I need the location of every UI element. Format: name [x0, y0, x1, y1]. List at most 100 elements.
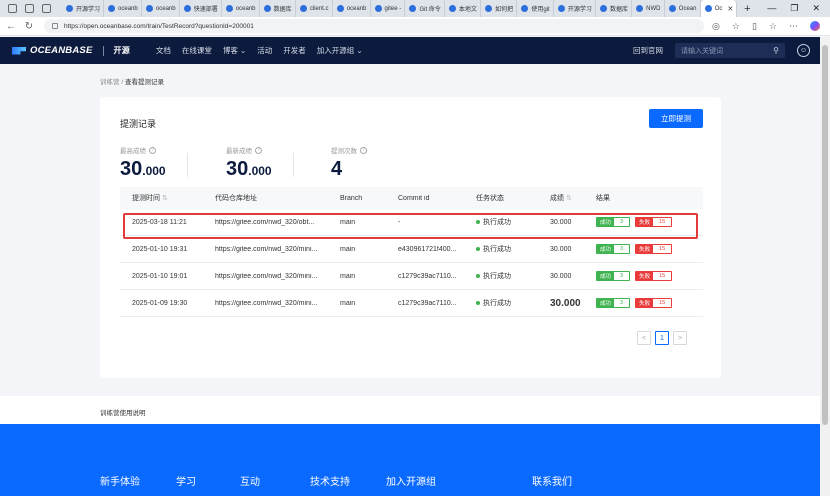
stat-divider	[186, 153, 188, 177]
badge-label: 失败	[636, 299, 654, 307]
help-icon[interactable]: ?	[360, 146, 367, 154]
minimize-icon[interactable]: —	[767, 3, 776, 14]
browser-tab[interactable]: 数据库	[260, 0, 296, 17]
help-icon[interactable]: ?	[255, 146, 262, 154]
col-branch: Branch	[340, 194, 363, 202]
help-link[interactable]: 训练营使用说明	[100, 407, 146, 417]
tab-favicon-icon	[668, 5, 676, 12]
browser-tab[interactable]: 快速部署	[180, 0, 222, 17]
browser-tab[interactable]: oceanb	[333, 0, 371, 17]
close-window-icon[interactable]: ✕	[812, 3, 820, 14]
stat-best-score: 最高成绩? 30.000	[120, 145, 188, 181]
tab-label: 开源学习	[567, 7, 592, 13]
split-screen-icon[interactable]: ▯	[752, 21, 757, 32]
breadcrumb: 训练营 / 查看提测记录	[100, 76, 164, 86]
footer-link[interactable]: 技术支持	[310, 473, 386, 488]
favorites-icon[interactable]: ☆	[769, 21, 777, 32]
more-icon[interactable]: ⋯	[789, 21, 798, 32]
favorite-star-icon[interactable]: ☆	[732, 21, 740, 32]
browser-tab[interactable]: 使用git	[517, 0, 554, 17]
browser-tab[interactable]: gitee -	[371, 0, 406, 17]
page-number[interactable]: 1	[655, 331, 669, 345]
badge-count: 15	[653, 299, 672, 307]
browser-tab[interactable]: client.c	[296, 0, 333, 17]
search-input[interactable]: 请输入关键词 ⚲	[675, 43, 785, 58]
read-aloud-icon[interactable]: ◎	[712, 21, 720, 32]
browser-tab[interactable]: 本地文	[445, 0, 482, 17]
col-score[interactable]: 成绩 ⇅	[550, 193, 596, 203]
profile-icon[interactable]	[8, 4, 17, 13]
site-header: OCEANBASE 开源 文档 在线课堂 博客 ⌄ 活动 开发者 加入开源组 ⌄…	[0, 37, 820, 64]
tab-favicon-icon	[374, 5, 382, 12]
col-commit: Commit id	[398, 194, 430, 202]
tab-label: NWD	[646, 5, 661, 12]
oceanbase-logo[interactable]: OCEANBASE 开源	[12, 45, 130, 56]
nav-docs[interactable]: 文档	[156, 45, 171, 56]
badge-label: 失败	[636, 272, 654, 280]
footer-link[interactable]: 联系我们	[532, 473, 592, 488]
footer-link[interactable]: 加入开源组	[386, 473, 532, 488]
browser-tab[interactable]: 开源学习	[62, 0, 105, 17]
browser-tab[interactable]: Oc ✕	[700, 0, 738, 17]
refresh-icon[interactable]: ↻	[22, 21, 36, 32]
footer-link[interactable]: 互动	[240, 473, 310, 488]
logo-divider	[102, 45, 104, 56]
prev-page-button[interactable]: <	[637, 331, 651, 345]
footer-link[interactable]: 新手体验	[100, 473, 176, 488]
browser-tab[interactable]: oceanb	[222, 0, 260, 17]
cell-repo[interactable]: https://gitee.com/nwd_320/mini...	[215, 300, 340, 307]
col-time[interactable]: 提测时间 ⇅	[120, 193, 215, 203]
tab-label: 如何把	[495, 7, 514, 13]
browser-tab[interactable]: Ocean	[665, 0, 701, 17]
help-icon[interactable]: ?	[149, 146, 156, 154]
cell-repo[interactable]: https://gitee.com/nwd_320/mini...	[215, 273, 340, 280]
restore-icon[interactable]: ❐	[790, 3, 798, 14]
browser-tab[interactable]: oceanb	[104, 0, 142, 17]
url-field[interactable]: https://open.oceanbase.com/train/TestRec…	[44, 19, 704, 33]
cell-branch: main	[340, 299, 356, 307]
window-controls: — ❐ ✕	[757, 3, 830, 14]
sort-icon[interactable]: ⇅	[162, 195, 168, 202]
browser-tab[interactable]: 开源学习	[554, 0, 596, 17]
tab-label: 开源学习	[76, 7, 101, 13]
copilot-icon[interactable]	[810, 21, 820, 31]
cell-score: 30.000	[550, 245, 572, 253]
nav-events[interactable]: 活动	[257, 45, 272, 56]
nav-join-group[interactable]: 加入开源组 ⌄	[317, 45, 363, 56]
workspaces-icon[interactable]	[25, 4, 34, 13]
sort-icon[interactable]: ⇅	[566, 195, 572, 202]
close-tab-icon[interactable]: ✕	[727, 5, 733, 13]
tab-label: 本地文	[458, 7, 477, 13]
browser-tab[interactable]: Git 命令	[405, 0, 445, 17]
next-page-button[interactable]: >	[673, 331, 687, 345]
browser-tab[interactable]: 如何把	[481, 0, 518, 17]
browser-tab[interactable]: 数据库	[596, 0, 633, 17]
nav-blog[interactable]: 博客 ⌄	[223, 45, 246, 56]
browser-tab[interactable]: oceanb	[142, 0, 180, 17]
tab-favicon-icon	[225, 5, 233, 12]
tab-label: Git 命令	[419, 7, 441, 13]
submit-test-button[interactable]: 立即提测	[649, 109, 703, 128]
nav-online-class[interactable]: 在线课堂	[182, 45, 212, 56]
col-repo: 代码仓库地址	[215, 195, 257, 202]
stat-value: 4	[331, 158, 343, 180]
nav-developers[interactable]: 开发者	[283, 45, 306, 56]
footer-link[interactable]: 学习	[176, 473, 240, 488]
fail-badge: 失败 15	[635, 298, 673, 308]
status-dot-icon	[476, 247, 480, 251]
search-icon[interactable]: ⚲	[773, 46, 779, 55]
tab-actions-icon[interactable]	[42, 4, 51, 13]
status-text: 执行成功	[483, 273, 511, 280]
new-tab-button[interactable]: +	[737, 3, 757, 15]
cell-repo[interactable]: https://gitee.com/nwd_320/mini...	[215, 246, 340, 253]
page-scrollbar[interactable]	[820, 37, 830, 496]
badge-count: 3	[614, 245, 630, 253]
table-header: 提测时间 ⇅ 代码仓库地址 Branch Commit id 任务状态 成绩 ⇅ 结…	[120, 187, 703, 209]
browser-tab[interactable]: NWD	[632, 0, 665, 17]
scrollbar-thumb[interactable]	[822, 45, 828, 425]
back-icon[interactable]: ←	[4, 21, 18, 32]
return-home-link[interactable]: 回到官网	[633, 45, 663, 56]
user-avatar-icon[interactable]: ☺	[797, 44, 810, 57]
tab-favicon-icon	[263, 5, 271, 12]
breadcrumb-parent[interactable]: 训练营	[100, 79, 120, 86]
